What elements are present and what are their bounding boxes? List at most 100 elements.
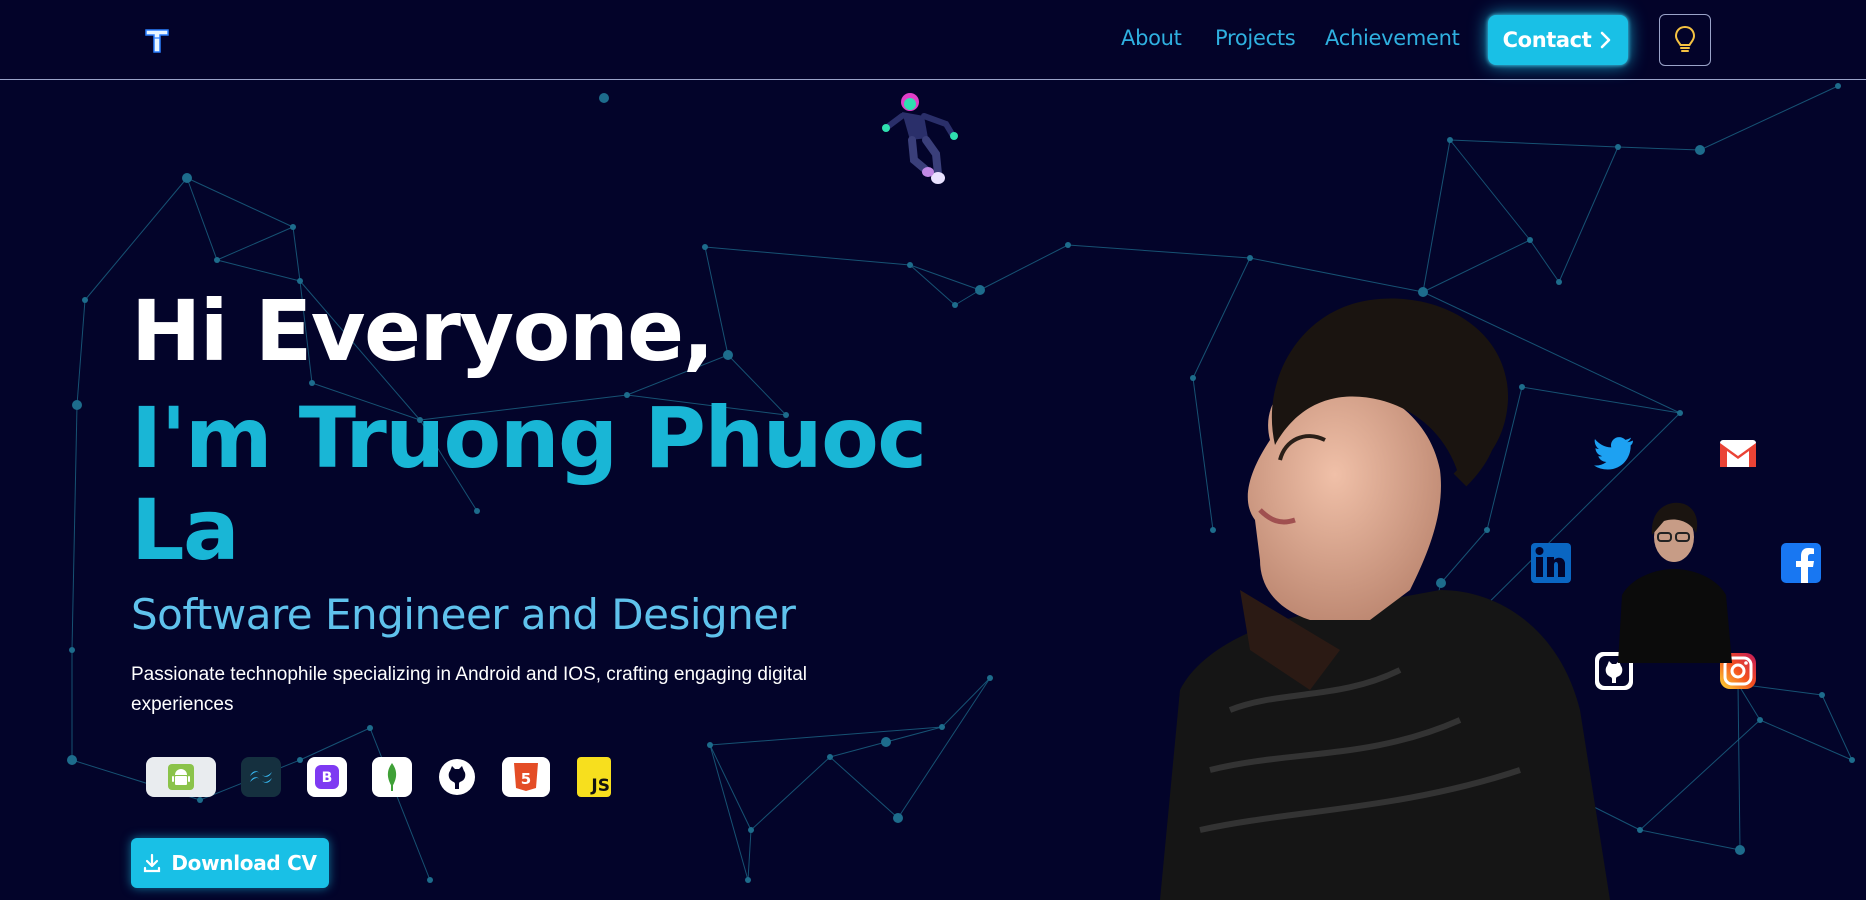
network-node	[827, 754, 833, 760]
svg-text:5: 5	[521, 770, 531, 788]
twitter-icon[interactable]	[1592, 431, 1636, 475]
network-line	[704, 246, 911, 266]
network-line	[1558, 146, 1619, 283]
network-line	[1449, 139, 1531, 241]
hero-description: Passionate technophile specializing in A…	[131, 664, 808, 715]
contact-label: Contact	[1502, 28, 1592, 52]
bootstrap-icon: B	[307, 757, 347, 797]
network-node	[367, 725, 373, 731]
network-node	[702, 244, 708, 250]
network-node	[182, 173, 192, 183]
network-line	[1639, 719, 1761, 831]
network-line	[1422, 239, 1531, 293]
network-node	[297, 757, 303, 763]
network-line	[1449, 139, 1619, 148]
network-line	[829, 756, 899, 819]
network-line	[186, 177, 294, 228]
hero-role: Software Engineer and Designer	[131, 590, 796, 639]
network-line	[1067, 244, 1251, 259]
network-node	[290, 224, 296, 230]
navbar: About Projects Achievement Contact	[0, 0, 1866, 80]
network-line	[1422, 139, 1451, 293]
gmail-icon[interactable]	[1716, 431, 1760, 475]
network-line	[369, 727, 431, 881]
network-node	[1527, 237, 1533, 243]
network-node	[975, 285, 985, 295]
astronaut-illustration	[882, 93, 958, 184]
javascript-icon: JS	[577, 757, 611, 797]
mini-profile-photo	[1618, 502, 1732, 663]
network-line	[1737, 683, 1741, 851]
network-line	[292, 226, 301, 282]
network-line	[750, 756, 831, 831]
network-node	[82, 297, 88, 303]
network-line	[897, 677, 991, 819]
network-node	[599, 93, 609, 103]
network-line	[299, 727, 371, 761]
tailwind-icon	[241, 757, 281, 797]
network-node	[1247, 255, 1253, 261]
lightbulb-icon	[1674, 25, 1696, 52]
download-cv-label: Download CV	[171, 851, 317, 875]
network-node	[893, 813, 903, 823]
network-node	[952, 302, 958, 308]
network-node	[72, 400, 82, 410]
network-line	[1821, 694, 1853, 761]
svg-text:B: B	[322, 770, 333, 786]
network-node	[1819, 692, 1825, 698]
network-line	[216, 226, 294, 261]
network-line	[216, 259, 301, 282]
nav-link-projects[interactable]: Projects	[1215, 26, 1296, 50]
mongodb-icon	[372, 757, 412, 797]
profile-photo	[1160, 298, 1610, 900]
network-node	[214, 257, 220, 263]
network-node	[939, 724, 945, 730]
network-line	[1249, 257, 1424, 293]
chevron-right-icon	[1601, 31, 1611, 49]
network-node	[707, 742, 713, 748]
nav-link-achievement[interactable]: Achievement	[1325, 26, 1460, 50]
hero-name: I'm Truong Phuoc La	[131, 389, 927, 579]
network-node	[907, 262, 913, 268]
hero-greeting: Hi Everyone,	[131, 282, 715, 380]
network-node	[748, 827, 754, 833]
theme-toggle-button[interactable]	[1659, 14, 1711, 66]
network-node	[309, 380, 315, 386]
network-node	[1447, 137, 1453, 143]
logo-icon[interactable]	[143, 26, 171, 54]
network-line	[941, 677, 991, 728]
network-line	[909, 264, 981, 291]
network-node	[1757, 717, 1763, 723]
facebook-icon[interactable]	[1779, 541, 1823, 585]
download-cv-button[interactable]: Download CV	[131, 838, 329, 888]
network-node	[1849, 757, 1855, 763]
network-node	[1735, 845, 1745, 855]
network-node	[745, 877, 751, 883]
network-line	[829, 741, 887, 758]
network-node	[1695, 145, 1705, 155]
android-icon	[146, 757, 216, 797]
network-node	[197, 797, 203, 803]
javascript-label: JS	[591, 776, 610, 796]
network-line	[747, 829, 752, 881]
network-line	[1699, 85, 1839, 151]
network-node	[1556, 279, 1562, 285]
network-node	[69, 647, 75, 653]
network-node	[987, 675, 993, 681]
network-line	[979, 244, 1069, 291]
network-node	[881, 737, 891, 747]
network-line	[1529, 239, 1560, 283]
network-node	[1065, 242, 1071, 248]
network-line	[1759, 719, 1853, 761]
network-node	[723, 350, 733, 360]
network-line	[76, 299, 86, 406]
contact-button[interactable]: Contact	[1488, 15, 1628, 65]
network-line	[1617, 146, 1701, 151]
github-icon	[437, 757, 477, 797]
network-node	[1615, 144, 1621, 150]
linkedin-icon[interactable]	[1529, 541, 1573, 585]
nav-link-about[interactable]: About	[1121, 26, 1182, 50]
network-line	[1639, 829, 1741, 851]
network-node	[1835, 83, 1841, 89]
network-line	[71, 404, 78, 651]
